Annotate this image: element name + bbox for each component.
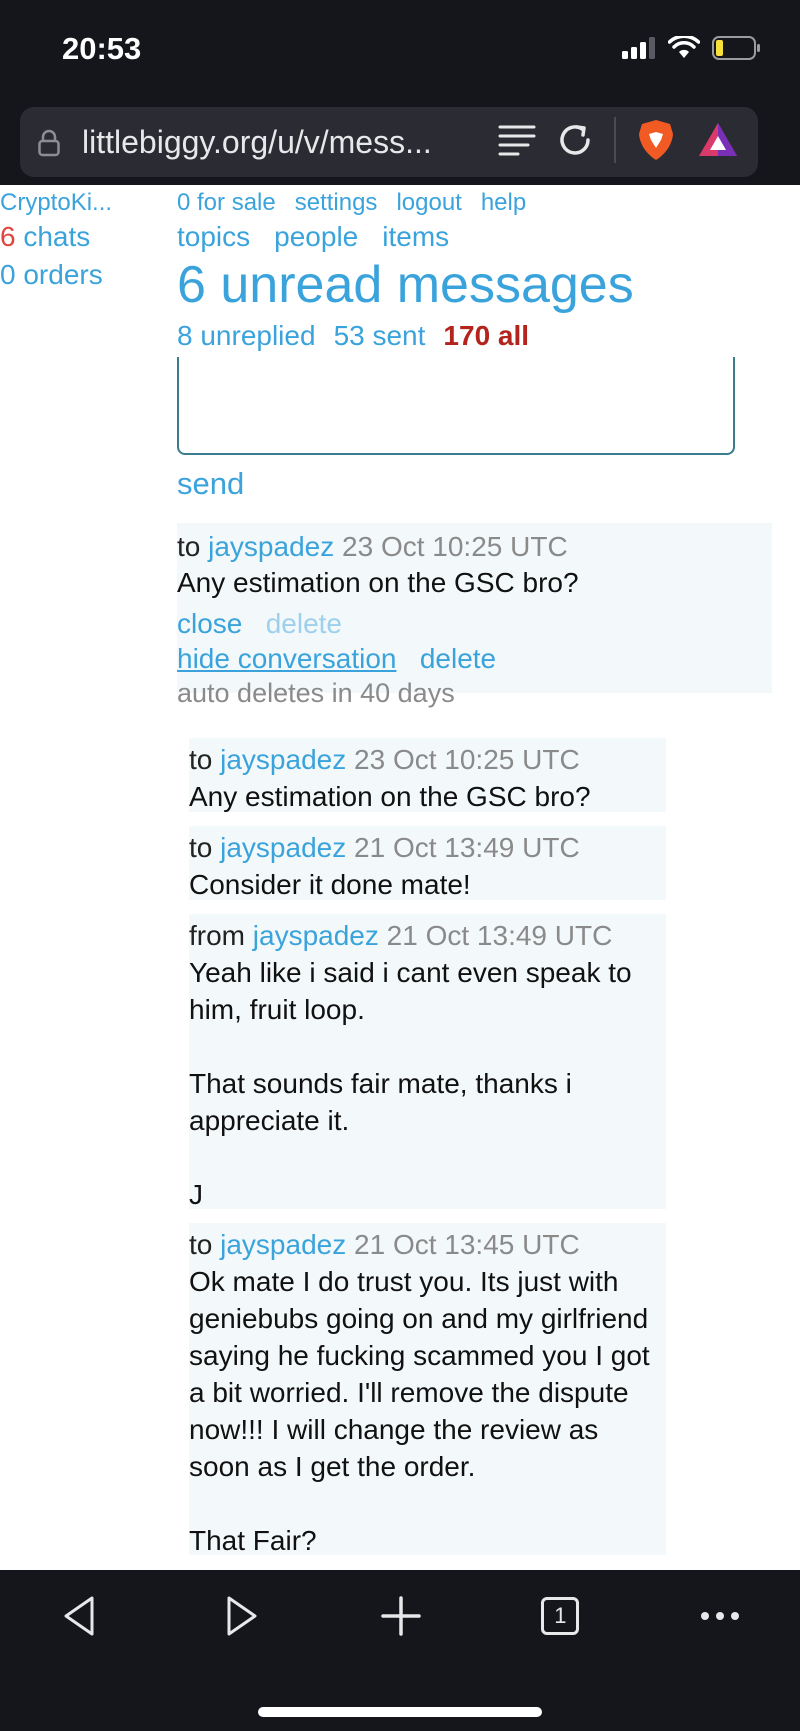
message-direction: to (189, 1229, 213, 1260)
message-direction: to (177, 531, 201, 562)
message-user-link[interactable]: jayspadez (220, 744, 346, 775)
for-sale-link[interactable]: 0 for sale (177, 189, 276, 216)
send-button[interactable]: send (177, 466, 244, 502)
tabs-button[interactable]: 1 (541, 1597, 580, 1635)
logout-link[interactable]: logout (396, 189, 461, 216)
sent-filter[interactable]: 53 sent (334, 320, 426, 351)
auto-delete-notice: auto deletes in 40 days (177, 678, 455, 708)
browser-bottom-toolbar: 1 (0, 1570, 800, 1731)
delete-conversation-link[interactable]: delete (420, 643, 496, 674)
battery-icon (712, 36, 760, 60)
topics-link[interactable]: topics (177, 221, 250, 252)
all-filter[interactable]: 170 all (443, 320, 529, 351)
delete-disabled-button: delete (265, 608, 343, 639)
help-link[interactable]: help (481, 189, 526, 216)
wifi-icon (668, 36, 700, 58)
cellular-signal-icon (622, 37, 655, 59)
message-timestamp: 23 Oct 10:25 UTC (342, 531, 568, 562)
message-direction: to (189, 832, 213, 863)
conversation-message: from jayspadez 21 Oct 13:49 UTC Yeah lik… (189, 914, 666, 1210)
message-user-link[interactable]: jayspadez (220, 832, 346, 863)
message-user-link[interactable]: jayspadez (208, 531, 334, 562)
message-user-link[interactable]: jayspadez (220, 1229, 346, 1260)
items-link[interactable]: items (382, 221, 449, 252)
unreplied-filter[interactable]: 8 unreplied (177, 320, 316, 351)
lock-icon (38, 129, 60, 157)
toolbar-divider (614, 117, 616, 163)
message-text: Consider it done mate! (189, 869, 471, 900)
message-text: Yeah like i said i cant even speak to hi… (189, 957, 632, 1210)
settings-link[interactable]: settings (295, 189, 378, 216)
more-menu-icon[interactable] (700, 1610, 740, 1622)
browser-toolbar: littlebiggy.org/u/v/mess... (0, 105, 800, 185)
message-timestamp: 21 Oct 13:49 UTC (386, 920, 613, 951)
chats-link[interactable]: 6 chats (0, 221, 90, 253)
hide-conversation-link[interactable]: hide conversation (177, 643, 396, 674)
home-indicator[interactable] (258, 1707, 542, 1717)
message-direction: to (189, 744, 213, 775)
main-nav: topics people items (177, 221, 473, 253)
message-user-link[interactable]: jayspadez (253, 920, 379, 951)
message-text: Any estimation on the GSC bro? (177, 567, 579, 598)
reload-icon[interactable] (556, 121, 594, 159)
message-text: Any estimation on the GSC bro? (189, 781, 591, 812)
close-button[interactable]: close (177, 608, 242, 639)
message-direction: from (189, 920, 245, 951)
username-link[interactable]: CryptoKi... (0, 189, 112, 217)
account-links: 0 for sale settings logout help (177, 189, 545, 217)
people-link[interactable]: people (274, 221, 358, 252)
clock: 20:53 (62, 31, 142, 66)
conversation-message: to jayspadez 23 Oct 10:25 UTC Any estima… (189, 738, 666, 812)
chats-label: chats (23, 221, 91, 252)
page-title: 6 unread messages (177, 256, 634, 314)
conversation-message: to jayspadez 21 Oct 13:45 UTC Ok mate I … (189, 1223, 666, 1556)
message-timestamp: 21 Oct 13:45 UTC (354, 1229, 580, 1260)
address-bar[interactable]: littlebiggy.org/u/v/mess... (20, 107, 758, 177)
message-timestamp: 21 Oct 13:49 UTC (354, 832, 580, 863)
conversation-message: to jayspadez 21 Oct 13:49 UTC Consider i… (189, 826, 666, 900)
page-content: CryptoKi... 6 chats 0 orders 0 for sale s… (0, 185, 800, 1570)
selected-message: to jayspadez 23 Oct 10:25 UTC Any estima… (177, 523, 772, 708)
message-timestamp: 23 Oct 10:25 UTC (354, 744, 580, 775)
status-bar: 20:53 (0, 0, 800, 105)
orders-link[interactable]: 0 orders (0, 259, 103, 291)
brave-shields-icon[interactable] (636, 118, 676, 162)
reply-textarea[interactable] (177, 357, 735, 455)
forward-icon[interactable] (221, 1594, 261, 1638)
url-text[interactable]: littlebiggy.org/u/v/mess... (82, 124, 432, 161)
reader-mode-icon[interactable] (498, 123, 536, 157)
message-filters: 8 unreplied 53 sent 170 all (177, 320, 529, 352)
back-icon[interactable] (60, 1594, 100, 1638)
brave-rewards-icon[interactable] (696, 120, 740, 160)
new-tab-icon[interactable] (381, 1596, 421, 1636)
chats-count: 6 (0, 221, 16, 252)
tab-count: 1 (554, 1603, 567, 1628)
message-text: Ok mate I do trust you. Its just with ge… (189, 1266, 650, 1556)
